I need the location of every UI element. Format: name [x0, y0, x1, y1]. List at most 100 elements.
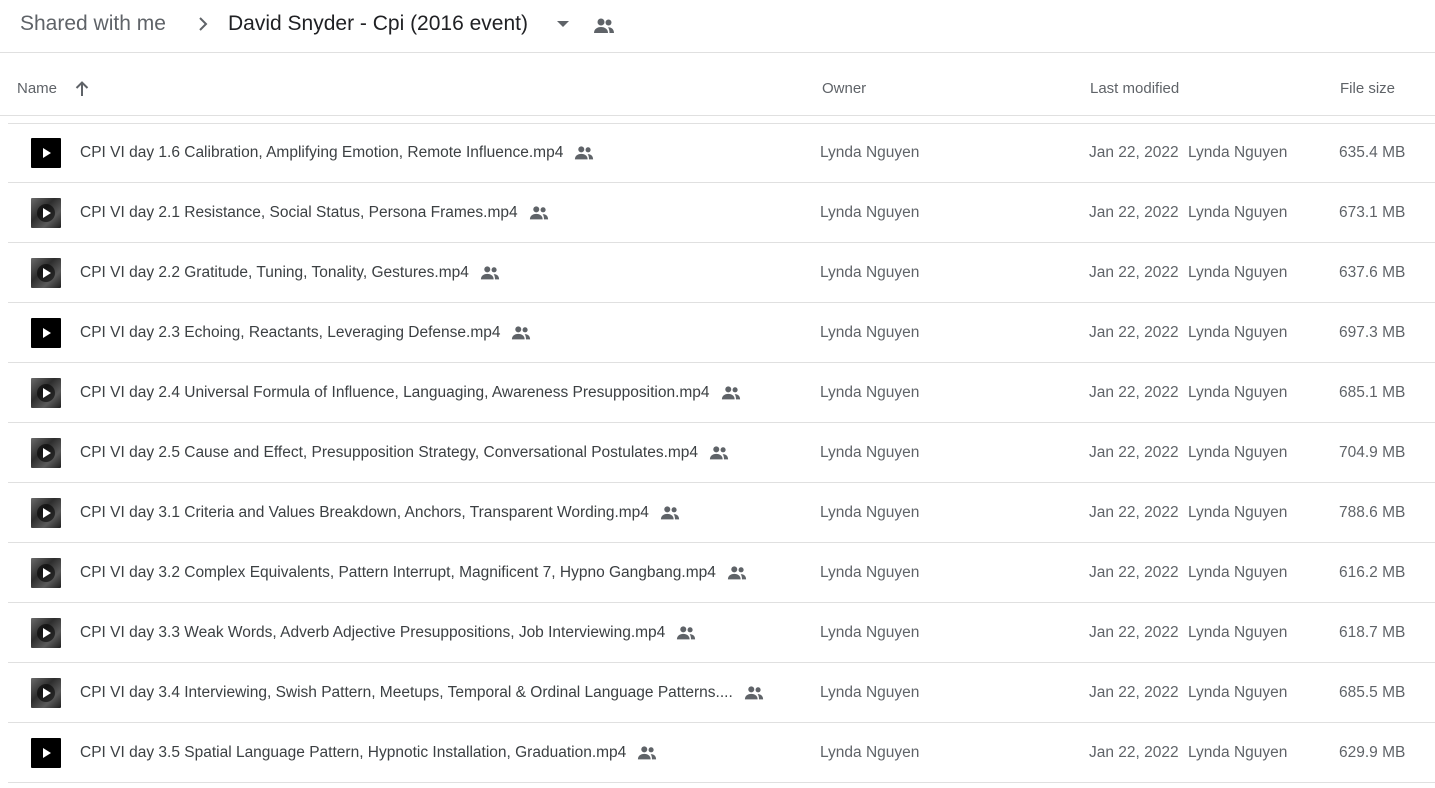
video-thumbnail	[31, 558, 61, 588]
play-icon	[43, 328, 51, 338]
file-name[interactable]: CPI VI day 2.5 Cause and Effect, Presupp…	[80, 443, 698, 463]
table-row[interactable]: CPI VI day 3.2 Complex Equivalents, Patt…	[8, 543, 1435, 603]
video-thumbnail	[31, 738, 61, 768]
file-name[interactable]: CPI VI day 3.2 Complex Equivalents, Patt…	[80, 563, 716, 583]
file-name[interactable]: CPI VI day 3.3 Weak Words, Adverb Adject…	[80, 623, 665, 643]
last-modified-date: Jan 22, 2022	[1089, 204, 1179, 221]
chevron-right-icon	[199, 17, 208, 31]
people-icon	[721, 386, 740, 400]
caret-down-icon[interactable]	[556, 19, 570, 29]
column-header-last-modified[interactable]: Last modified	[1090, 80, 1179, 98]
file-size: 629.9 MB	[1339, 744, 1406, 761]
file-owner: Lynda Nguyen	[820, 384, 920, 401]
play-icon	[37, 444, 55, 462]
people-icon	[512, 326, 531, 340]
file-owner: Lynda Nguyen	[820, 264, 920, 281]
column-header-name[interactable]: Name	[17, 80, 57, 98]
video-thumbnail	[31, 618, 61, 648]
last-modified-by: Lynda Nguyen	[1188, 204, 1288, 221]
breadcrumb-shared-with-me[interactable]: Shared with me	[20, 10, 166, 38]
file-size: 673.1 MB	[1339, 204, 1406, 221]
video-thumbnail	[31, 318, 61, 348]
people-icon	[660, 506, 680, 520]
last-modified-by: Lynda Nguyen	[1188, 444, 1288, 461]
file-name[interactable]: CPI VI day 3.5 Spatial Language Pattern,…	[80, 743, 626, 763]
file-name[interactable]: CPI VI day 3.1 Criteria and Values Break…	[80, 503, 649, 523]
file-owner: Lynda Nguyen	[820, 144, 920, 161]
file-owner: Lynda Nguyen	[820, 684, 920, 701]
table-row[interactable]: CPI VI day 3.4 Interviewing, Swish Patte…	[8, 663, 1435, 723]
arrow-up-icon[interactable]	[73, 79, 91, 99]
people-icon	[709, 446, 729, 460]
last-modified-date: Jan 22, 2022	[1089, 384, 1179, 401]
table-row[interactable]: CPI VI day 2.1 Resistance, Social Status…	[8, 183, 1435, 243]
play-icon	[37, 624, 55, 642]
file-owner: Lynda Nguyen	[820, 564, 920, 581]
last-modified-by: Lynda Nguyen	[1188, 564, 1288, 581]
last-modified-date: Jan 22, 2022	[1089, 624, 1179, 641]
video-thumbnail	[31, 438, 61, 468]
breadcrumb: Shared with me David Snyder - Cpi (2016 …	[0, 0, 1435, 53]
people-icon	[744, 686, 763, 700]
last-modified-date: Jan 22, 2022	[1089, 564, 1179, 581]
people-icon	[529, 206, 548, 220]
file-owner: Lynda Nguyen	[820, 204, 920, 221]
file-size: 697.3 MB	[1339, 324, 1406, 341]
play-icon	[43, 148, 51, 158]
people-icon	[480, 266, 499, 280]
people-icon[interactable]	[592, 14, 616, 38]
file-name[interactable]: CPI VI day 2.2 Gratitude, Tuning, Tonali…	[80, 263, 469, 283]
table-row[interactable]: CPI VI day 2.3 Echoing, Reactants, Lever…	[8, 303, 1435, 363]
file-list: CPI VI day 1.6 Calibration, Amplifying E…	[8, 123, 1435, 783]
file-name[interactable]: CPI VI day 2.3 Echoing, Reactants, Lever…	[80, 323, 500, 343]
people-icon	[727, 566, 746, 580]
last-modified-date: Jan 22, 2022	[1089, 444, 1179, 461]
video-thumbnail	[31, 498, 61, 528]
column-header-owner[interactable]: Owner	[822, 80, 866, 98]
last-modified-by: Lynda Nguyen	[1188, 144, 1288, 161]
video-thumbnail	[31, 198, 61, 228]
file-owner: Lynda Nguyen	[820, 324, 920, 341]
play-icon	[37, 564, 55, 582]
table-row[interactable]: CPI VI day 2.5 Cause and Effect, Presupp…	[8, 423, 1435, 483]
last-modified-date: Jan 22, 2022	[1089, 684, 1179, 701]
video-thumbnail	[31, 378, 61, 408]
file-name[interactable]: CPI VI day 3.4 Interviewing, Swish Patte…	[80, 683, 733, 703]
file-size: 704.9 MB	[1339, 444, 1406, 461]
file-size: 635.4 MB	[1339, 144, 1406, 161]
last-modified-by: Lynda Nguyen	[1188, 384, 1288, 401]
file-name[interactable]: CPI VI day 1.6 Calibration, Amplifying E…	[80, 143, 563, 163]
table-row[interactable]: CPI VI day 3.1 Criteria and Values Break…	[8, 483, 1435, 543]
play-icon	[37, 684, 55, 702]
breadcrumb-current-folder[interactable]: David Snyder - Cpi (2016 event)	[228, 10, 528, 38]
file-name[interactable]: CPI VI day 2.4 Universal Formula of Infl…	[80, 383, 710, 403]
play-icon	[37, 264, 55, 282]
last-modified-by: Lynda Nguyen	[1188, 504, 1288, 521]
last-modified-by: Lynda Nguyen	[1188, 744, 1288, 761]
last-modified-date: Jan 22, 2022	[1089, 504, 1179, 521]
file-size: 616.2 MB	[1339, 564, 1406, 581]
table-row[interactable]: CPI VI day 3.3 Weak Words, Adverb Adject…	[8, 603, 1435, 663]
file-name[interactable]: CPI VI day 2.1 Resistance, Social Status…	[80, 203, 518, 223]
file-owner: Lynda Nguyen	[820, 744, 920, 761]
file-owner: Lynda Nguyen	[820, 444, 920, 461]
column-header-file-size[interactable]: File size	[1340, 80, 1395, 98]
last-modified-by: Lynda Nguyen	[1188, 264, 1288, 281]
table-row[interactable]: CPI VI day 1.6 Calibration, Amplifying E…	[8, 123, 1435, 183]
table-row[interactable]: CPI VI day 2.2 Gratitude, Tuning, Tonali…	[8, 243, 1435, 303]
video-thumbnail	[31, 678, 61, 708]
table-row[interactable]: CPI VI day 3.5 Spatial Language Pattern,…	[8, 723, 1435, 783]
video-thumbnail	[31, 258, 61, 288]
last-modified-by: Lynda Nguyen	[1188, 624, 1288, 641]
file-owner: Lynda Nguyen	[820, 624, 920, 641]
last-modified-date: Jan 22, 2022	[1089, 744, 1179, 761]
play-icon	[37, 504, 55, 522]
last-modified-by: Lynda Nguyen	[1188, 684, 1288, 701]
play-icon	[43, 748, 51, 758]
last-modified-date: Jan 22, 2022	[1089, 324, 1179, 341]
column-header-row: Name Owner Last modified File size	[0, 54, 1435, 116]
table-row[interactable]: CPI VI day 2.4 Universal Formula of Infl…	[8, 363, 1435, 423]
video-thumbnail	[31, 138, 61, 168]
file-size: 685.1 MB	[1339, 384, 1406, 401]
file-size: 788.6 MB	[1339, 504, 1406, 521]
